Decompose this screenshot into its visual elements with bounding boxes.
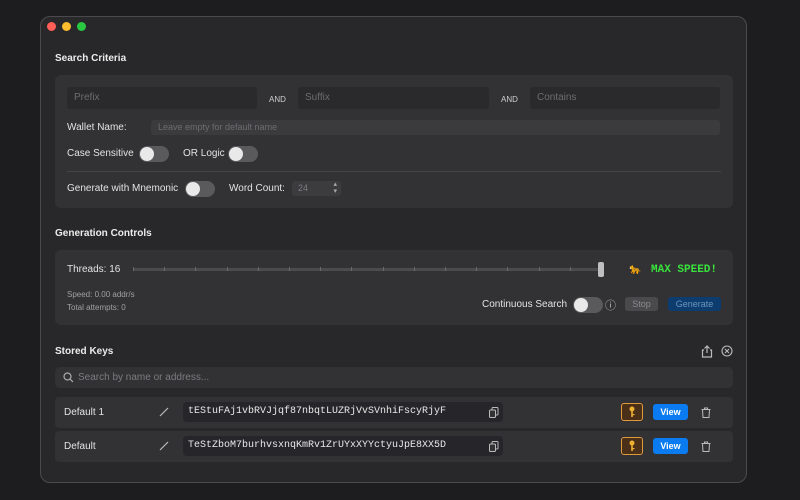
trash-icon[interactable] [699, 439, 713, 453]
zoom-window-button[interactable] [77, 22, 86, 31]
or-logic-label: OR Logic [183, 148, 225, 159]
key-row: Default 1 tEStuFAj1vbRVJjqf87nbqtLUZRjVv… [55, 397, 733, 428]
search-criteria-panel: Prefix AND Suffix AND Contains Wallet Na… [55, 75, 733, 208]
app-window: Search Criteria Prefix AND Suffix AND Co… [40, 16, 747, 483]
stored-keys-title: Stored Keys [55, 346, 114, 357]
stepper-arrows-icon[interactable]: ▴ ▾ [333, 181, 337, 195]
slider-tick [445, 267, 446, 271]
slider-tick [507, 267, 509, 271]
copy-icon[interactable] [487, 405, 501, 419]
slider-tick [382, 267, 384, 271]
key-row: Default TeStZboM7burhvsxnqKmRv1ZrUYxXYYc… [55, 431, 733, 462]
slider-tick [320, 267, 322, 271]
mnemonic-label: Generate with Mnemonic [67, 183, 179, 194]
slider-tick [413, 267, 415, 271]
prefix-input[interactable]: Prefix [67, 87, 257, 109]
threads-label: Threads: 16 [67, 264, 121, 275]
contains-input[interactable]: Contains [530, 87, 720, 109]
generate-button[interactable]: Generate [668, 297, 721, 311]
stored-keys-search[interactable]: Search by name or address... [55, 367, 733, 388]
slider-tick [195, 267, 197, 271]
export-icon[interactable] [700, 344, 714, 358]
clear-all-icon[interactable] [720, 344, 734, 358]
search-icon [62, 371, 74, 383]
slider-tick [257, 267, 259, 271]
cheetah-icon: 🐆 [629, 264, 642, 275]
key-name: Default [64, 441, 96, 452]
slider-tick [538, 267, 540, 271]
wallet-name-input[interactable]: Leave empty for default name [151, 120, 720, 135]
slider-tick [133, 267, 134, 271]
trash-icon[interactable] [699, 405, 713, 419]
slider-tick [226, 267, 228, 271]
continuous-search-toggle[interactable] [573, 297, 603, 313]
and-label-1: AND [269, 95, 286, 104]
case-sensitive-toggle[interactable] [139, 146, 169, 162]
key-address: TeStZboM7burhvsxnqKmRv1ZrUYxXYYctyuJpE8X… [183, 436, 503, 456]
private-key-button[interactable] [621, 437, 643, 455]
key-icon [629, 406, 635, 417]
total-attempts-text: Total attempts: 0 [67, 303, 126, 312]
generation-controls-title: Generation Controls [55, 228, 152, 239]
rename-pencil-icon[interactable] [158, 406, 170, 418]
minimize-window-button[interactable] [62, 22, 71, 31]
word-count-label: Word Count: [229, 183, 285, 194]
max-speed-label: MAX SPEED! [651, 264, 718, 276]
threads-slider-thumb[interactable] [598, 262, 604, 277]
key-icon [629, 440, 635, 451]
window-controls [47, 22, 86, 31]
or-logic-toggle[interactable] [228, 146, 258, 162]
slider-tick [289, 267, 290, 271]
section-divider [67, 171, 721, 172]
wallet-name-label: Wallet Name: [67, 122, 127, 133]
continuous-search-label: Continuous Search [482, 299, 568, 310]
mnemonic-toggle[interactable] [185, 181, 215, 197]
generation-controls-panel: Threads: 16 🐆 MAX SPEED! Speed: 0.00 add… [55, 250, 733, 325]
speed-text: Speed: 0.00 addr/s [67, 290, 135, 299]
view-button[interactable]: View [653, 438, 688, 454]
slider-tick [476, 267, 478, 271]
close-window-button[interactable] [47, 22, 56, 31]
search-input-placeholder[interactable]: Search by name or address... [78, 372, 209, 383]
threads-slider[interactable] [133, 268, 601, 271]
stop-button[interactable]: Stop [625, 297, 658, 311]
key-address: tEStuFAj1vbRVJjqf87nbqtLUZRjVvSVnhiFscyR… [183, 402, 503, 422]
slider-tick [569, 267, 571, 271]
copy-icon[interactable] [487, 439, 501, 453]
slider-tick [351, 267, 353, 271]
search-criteria-title: Search Criteria [55, 53, 127, 64]
view-button[interactable]: View [653, 404, 688, 420]
key-name: Default 1 [64, 407, 105, 418]
slider-tick [164, 267, 166, 271]
word-count-value: 24 [298, 183, 309, 193]
suffix-input[interactable]: Suffix [298, 87, 489, 109]
case-sensitive-label: Case Sensitive [67, 148, 134, 159]
and-label-2: AND [501, 95, 518, 104]
info-icon[interactable]: ⓘ [605, 297, 616, 313]
rename-pencil-icon[interactable] [158, 440, 170, 452]
private-key-button[interactable] [621, 403, 643, 421]
word-count-stepper[interactable]: 24 ▴ ▾ [292, 181, 341, 196]
